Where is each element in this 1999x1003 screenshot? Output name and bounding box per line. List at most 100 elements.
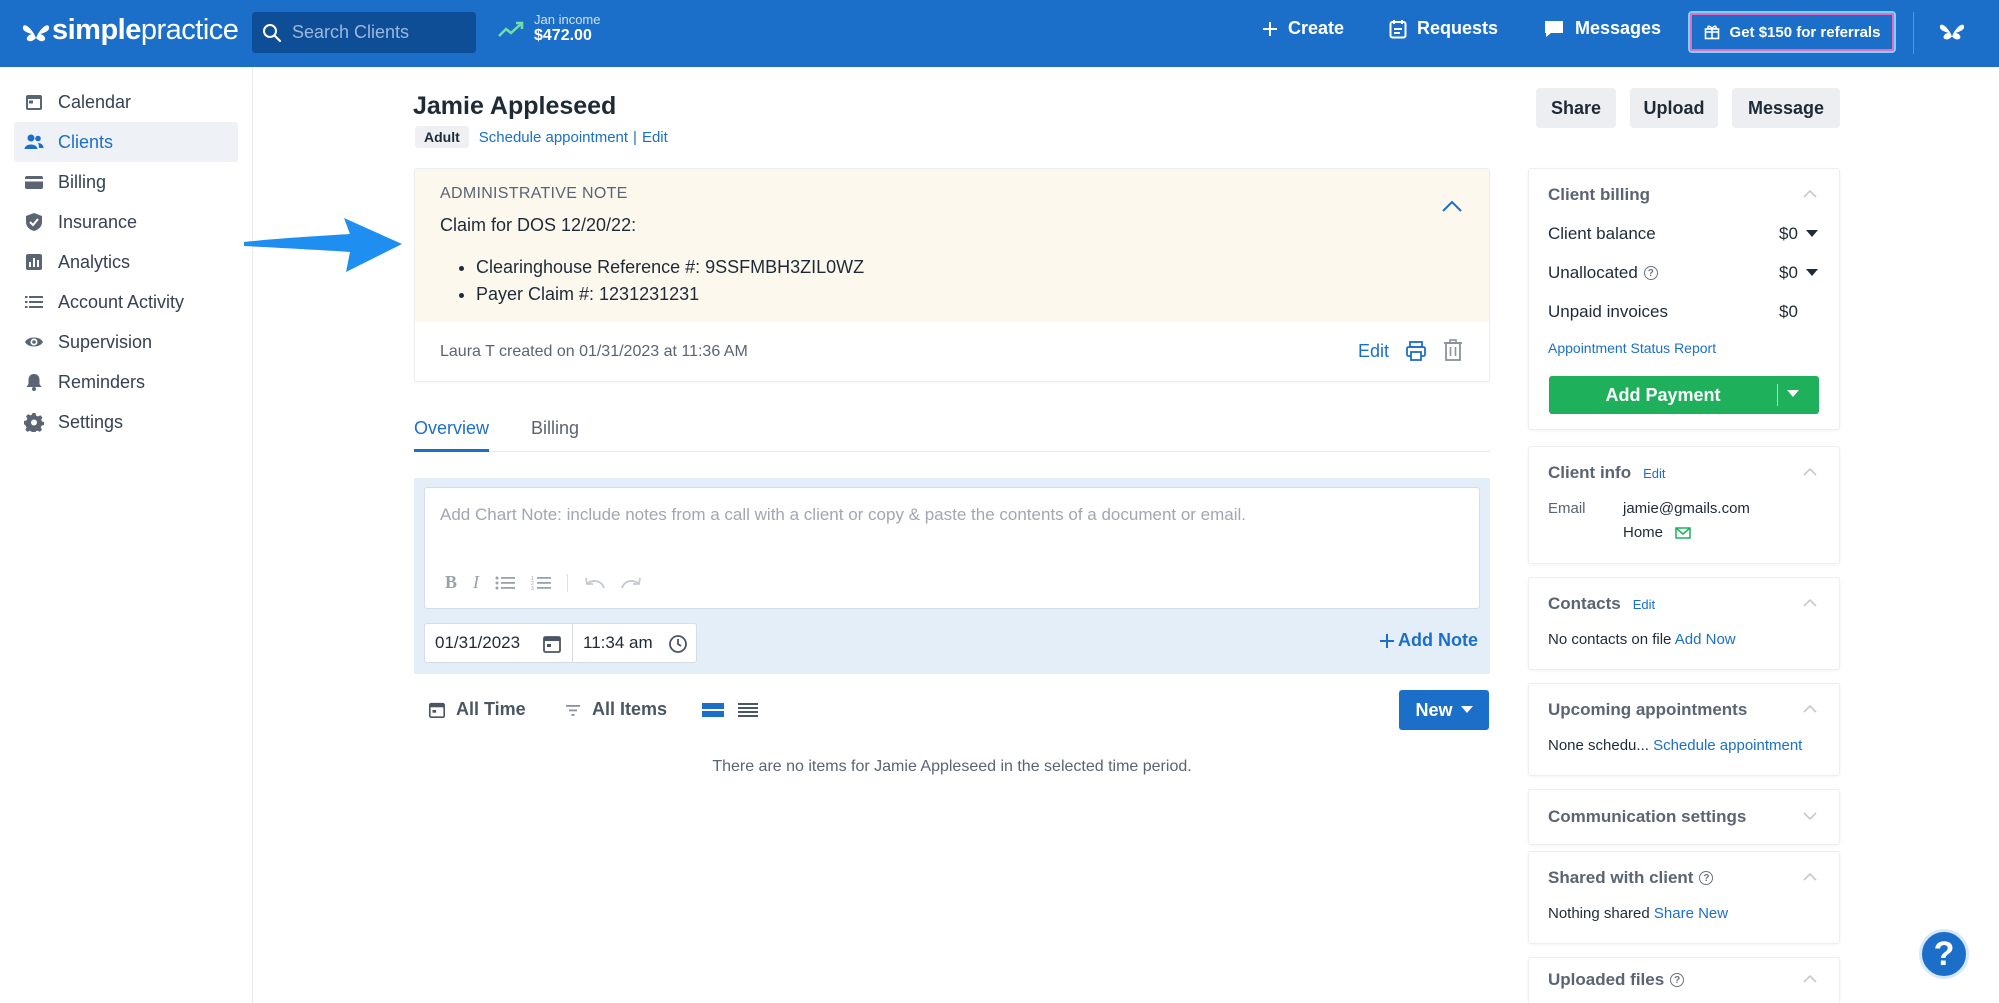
tab-overview[interactable]: Overview — [414, 418, 490, 452]
sidebar-item-billing[interactable]: Billing — [14, 162, 238, 202]
plus-icon — [1380, 633, 1394, 648]
new-item-button[interactable]: New — [1399, 690, 1489, 730]
clock-icon — [669, 635, 687, 653]
note-time-field[interactable]: 11:34 am — [572, 623, 697, 663]
logo-text-light: practice — [140, 14, 239, 46]
sidebar-item-account-activity[interactable]: Account Activity — [14, 282, 238, 322]
plus-icon — [1263, 21, 1277, 36]
svg-text:3: 3 — [531, 586, 534, 591]
filter-icon — [566, 704, 580, 716]
sidebar-item-label: Account Activity — [58, 291, 185, 312]
print-icon[interactable] — [1405, 340, 1427, 362]
message-button[interactable]: Message — [1732, 88, 1840, 128]
items-filter-label: All Items — [592, 699, 668, 719]
help-circle-icon[interactable]: ? — [1699, 871, 1714, 885]
shared-empty-text: Nothing shared — [1548, 905, 1650, 922]
chevron-up-icon[interactable] — [1803, 974, 1817, 983]
card-view-icon[interactable] — [702, 702, 724, 718]
edit-client-info-link[interactable]: Edit — [1643, 466, 1665, 481]
referral-button[interactable]: Get $150 for referrals — [1688, 11, 1896, 53]
sidebar-item-insurance[interactable]: Insurance — [14, 202, 238, 242]
sidebar-item-calendar[interactable]: Calendar — [14, 82, 238, 122]
chart-note-input[interactable]: Add Chart Note: include notes from a cal… — [424, 487, 1480, 609]
search-input[interactable] — [292, 22, 462, 43]
sidebar-item-settings[interactable]: Settings — [14, 402, 238, 442]
simplepractice-logo[interactable]: simple practice — [22, 14, 239, 47]
email-link[interactable]: jamie@gmails.com — [1623, 500, 1750, 517]
contacts-empty-text: No contacts on file — [1548, 631, 1672, 648]
chevron-up-icon[interactable] — [1803, 598, 1817, 607]
communication-settings-card[interactable]: Communication settings — [1528, 789, 1840, 845]
chevron-up-icon[interactable] — [1803, 189, 1817, 198]
bullet-list-icon[interactable] — [495, 575, 516, 591]
client-balance-value[interactable]: $0 — [1779, 224, 1818, 244]
contacts-header: Contacts Edit — [1548, 594, 1655, 614]
appointment-status-report-link[interactable]: Appointment Status Report — [1548, 340, 1716, 356]
communication-settings-title: Communication settings — [1548, 807, 1747, 826]
unallocated-value[interactable]: $0 — [1779, 263, 1818, 283]
add-contact-link[interactable]: Add Now — [1675, 631, 1736, 648]
undo-icon[interactable] — [584, 576, 606, 590]
search-clients[interactable] — [252, 12, 476, 53]
butterfly-menu-icon[interactable] — [1938, 18, 1966, 42]
toolbar-divider — [567, 573, 569, 592]
sidebar-item-analytics[interactable]: Analytics — [14, 242, 238, 282]
upcoming-empty-text: None schedu... — [1548, 737, 1649, 754]
help-circle-icon[interactable]: ? — [1643, 266, 1658, 280]
note-date-field[interactable]: 01/31/2023 — [424, 623, 573, 663]
income-label: Jan income — [534, 12, 601, 27]
note-time-value: 11:34 am — [583, 633, 653, 652]
email-type-row: Home — [1623, 524, 1691, 541]
gear-icon — [24, 413, 44, 432]
add-payment-button[interactable]: Add Payment — [1549, 376, 1819, 414]
italic-icon[interactable]: I — [473, 572, 479, 593]
unallocated-label: Unallocated — [1548, 263, 1638, 282]
redo-icon[interactable] — [620, 576, 642, 590]
requests-button[interactable]: Requests — [1389, 18, 1498, 39]
requests-label: Requests — [1417, 18, 1499, 38]
share-new-link[interactable]: Share New — [1654, 905, 1728, 922]
note-date-value: 01/31/2023 — [435, 633, 521, 652]
logo-text-bold: simple — [52, 14, 141, 46]
chevron-up-icon[interactable] — [1803, 467, 1817, 476]
chat-bubble-icon — [1545, 20, 1563, 37]
unallocated-amount: $0 — [1779, 263, 1798, 282]
chevron-down-icon[interactable] — [1803, 812, 1817, 821]
calendar-icon — [428, 702, 446, 718]
top-navigation-bar: simplepractice Jan income $472.00 Create… — [0, 0, 1999, 67]
caret-down-icon[interactable] — [1787, 390, 1799, 398]
chevron-up-icon[interactable] — [1441, 199, 1463, 213]
list-view-icon[interactable] — [738, 702, 758, 718]
administrative-note-title: ADMINISTRATIVE NOTE — [440, 185, 628, 202]
sidebar-item-reminders[interactable]: Reminders — [14, 362, 238, 402]
upload-button[interactable]: Upload — [1630, 88, 1718, 128]
sidebar-item-label: Settings — [58, 411, 124, 432]
calendar-icon — [543, 636, 561, 653]
sidebar: Calendar Clients Billing Insurance Analy… — [0, 67, 253, 1003]
messages-button[interactable]: Messages — [1543, 18, 1661, 39]
schedule-appointment-link[interactable]: Schedule appointment — [1653, 737, 1802, 754]
help-button[interactable]: ? — [1919, 929, 1969, 979]
sidebar-item-supervision[interactable]: Supervision — [14, 322, 238, 362]
schedule-appointment-link[interactable]: Schedule appointment — [479, 129, 628, 146]
items-filter[interactable]: All Items — [564, 699, 667, 720]
share-button[interactable]: Share — [1536, 88, 1616, 128]
client-info-card: Client info Edit Email jamie@gmails.com H… — [1528, 446, 1840, 564]
bold-icon[interactable]: B — [445, 572, 457, 593]
sidebar-item-label: Insurance — [58, 211, 138, 232]
tab-billing[interactable]: Billing — [531, 418, 579, 452]
chevron-up-icon[interactable] — [1803, 872, 1817, 881]
edit-contacts-link[interactable]: Edit — [1633, 597, 1655, 612]
trash-icon[interactable] — [1443, 339, 1463, 361]
chevron-up-icon[interactable] — [1803, 704, 1817, 713]
edit-note-link[interactable]: Edit — [1358, 341, 1389, 362]
help-circle-icon[interactable]: ? — [1670, 973, 1685, 987]
sidebar-item-clients[interactable]: Clients — [14, 122, 238, 162]
time-filter[interactable]: All Time — [428, 699, 526, 720]
edit-client-link[interactable]: Edit — [642, 129, 668, 146]
add-note-button[interactable]: Add Note — [1378, 630, 1478, 651]
create-button[interactable]: Create — [1262, 18, 1344, 39]
numbered-list-icon[interactable]: 123 — [531, 575, 552, 591]
income-summary[interactable]: Jan income $472.00 — [498, 12, 600, 45]
messages-label: Messages — [1575, 18, 1662, 38]
